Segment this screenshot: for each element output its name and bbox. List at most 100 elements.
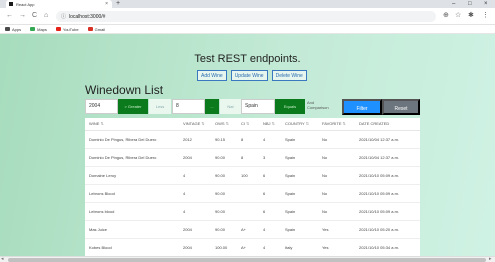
cell-wine: Lebrons Blood <box>85 184 179 203</box>
scroll-right-icon[interactable]: ▸ <box>489 256 492 262</box>
table-row[interactable]: Lebrons blood 4 90.00 6 Spain No 2021/10… <box>85 202 420 221</box>
comparison-label: Comparison <box>307 105 329 110</box>
cell-nbj: 6 <box>259 202 281 221</box>
scrollbar-thumb[interactable] <box>8 258 486 262</box>
youtube-icon <box>55 27 61 31</box>
cell-nbj: 4 <box>259 238 281 256</box>
cell-favorite: Yes <box>318 238 355 256</box>
bookmark-gmail[interactable]: Gmail <box>87 27 105 32</box>
country-filter-input[interactable]: Spain <box>241 99 275 114</box>
cell-nbj: 6 <box>259 166 281 185</box>
country-operator-button[interactable]: Equals <box>275 99 305 114</box>
filter-button[interactable]: Filter <box>342 99 382 115</box>
crud-button-row: Add Wine Update Wine Delete Wine <box>197 70 307 81</box>
cell-wine: Mas Juice <box>85 220 179 239</box>
column-header-ows[interactable]: OWS⇅ <box>211 118 237 131</box>
less-operator-button[interactable]: Less <box>149 99 171 114</box>
column-header-country[interactable]: COUNTRY⇅ <box>281 118 318 131</box>
new-tab-button[interactable]: + <box>116 0 120 8</box>
vintage-filter-input[interactable]: 2004 <box>85 99 118 114</box>
cell-country: Spain <box>281 220 318 239</box>
table-row[interactable]: Dominio De Pingus, Ribera Del Duero 2012… <box>85 130 420 149</box>
update-wine-button[interactable]: Update Wine <box>230 70 268 81</box>
close-window-icon[interactable]: × <box>484 0 488 8</box>
column-header-favorite[interactable]: FAVORITE⇅ <box>318 118 355 131</box>
sort-icon: ⇅ <box>246 121 250 127</box>
cell-nbj: 3 <box>259 148 281 167</box>
browser-menu-icon[interactable]: ⋮ <box>482 11 489 21</box>
cell-country: Spain <box>281 166 318 185</box>
tab-close-icon[interactable]: × <box>105 1 108 7</box>
table-row[interactable]: Kobes Blood 2004 100.00 A+ 4 Italy Yes 2… <box>85 238 420 256</box>
country-placeholder: Nat <box>220 99 241 114</box>
bookmark-apps[interactable]: Apps <box>5 27 21 32</box>
column-header-ci[interactable]: CI⇅ <box>237 118 259 131</box>
table-body: Dominio De Pingus, Ribera Del Duero 2012… <box>85 130 420 256</box>
add-wine-button[interactable]: Add Wine <box>197 70 227 81</box>
column-header-vintage[interactable]: VINTAGE⇅ <box>179 118 211 131</box>
site-info-icon[interactable]: ⓘ <box>61 13 66 20</box>
zoom-icon[interactable]: ⊕ <box>443 11 449 21</box>
minimize-icon[interactable]: – <box>452 0 455 8</box>
address-bar[interactable]: ⓘ localhost:3000/# <box>56 11 436 22</box>
extensions-icon[interactable]: ✱ <box>468 11 474 21</box>
react-favicon-icon <box>9 2 13 6</box>
cell-date-created: 2021/10/10 05:34 a.m. <box>355 238 420 256</box>
bookmark-star-icon[interactable]: ☆ <box>455 11 461 21</box>
cell-favorite: No <box>318 202 355 221</box>
bookmark-youtube[interactable]: YouTube <box>55 27 79 32</box>
back-icon[interactable]: ← <box>6 11 13 21</box>
table-row[interactable]: Lebrons Blood 4 90.00 6 Spain No 2021/10… <box>85 184 420 203</box>
score-filter-input[interactable]: 8 <box>172 99 205 114</box>
forward-icon[interactable]: → <box>19 11 26 21</box>
cell-ows: 90.00 <box>211 166 237 185</box>
reload-icon[interactable]: C <box>32 11 37 21</box>
cell-favorite: No <box>318 166 355 185</box>
column-header-wine[interactable]: WINE⇅ <box>85 118 179 131</box>
cell-wine: Dominio De Pingus, Ribera Del Duero <box>85 130 179 149</box>
cell-favorite: No <box>318 184 355 203</box>
address-url: localhost:3000/# <box>69 13 106 20</box>
bookmark-maps[interactable]: Maps <box>30 27 47 32</box>
cell-ci: 8 <box>237 148 259 167</box>
vintage-operator-button[interactable]: > Greater <box>118 99 148 114</box>
and-comparison-select[interactable]: And Comparison <box>307 100 329 110</box>
scroll-left-icon[interactable]: ◂ <box>1 256 4 262</box>
wine-table: WINE⇅ VINTAGE⇅ OWS⇅ CI⇅ NBJ⇅ COUNTRY⇅ FA… <box>85 118 420 256</box>
cell-vintage: 4 <box>179 202 211 221</box>
tab-title: React App <box>16 1 35 7</box>
apps-icon <box>5 27 10 31</box>
cell-vintage: 2004 <box>179 148 211 167</box>
reset-button[interactable]: Reset <box>382 99 420 115</box>
table-row[interactable]: Domaine Leroy 4 90.00 100 6 Spain No 202… <box>85 166 420 185</box>
cell-wine: Dominio De Pingus, Ribera Del Duero <box>85 148 179 167</box>
cell-ci: 8 <box>237 130 259 149</box>
cell-country: Spain <box>281 202 318 221</box>
cell-wine: Lebrons blood <box>85 202 179 221</box>
maximize-icon[interactable]: □ <box>468 0 472 8</box>
sort-icon: ⇅ <box>271 121 275 127</box>
cell-ows: 90.00 <box>211 220 237 239</box>
cell-vintage: 2004 <box>179 238 211 256</box>
gmail-icon <box>87 27 93 31</box>
score-operator-button[interactable]: ... <box>205 99 219 114</box>
cell-ci: A+ <box>237 238 259 256</box>
cell-date-created: 2021/10/10 05:20 a.m. <box>355 220 420 239</box>
maps-icon <box>30 27 36 31</box>
browser-tab[interactable]: React App × <box>6 0 112 8</box>
bookmark-label: Apps <box>12 26 22 32</box>
column-header-date-created[interactable]: DATE CREATED <box>355 118 420 131</box>
cell-date-created: 2021/10/10 05:09 a.m. <box>355 166 420 185</box>
table-row[interactable]: Dominio De Pingus, Ribera Del Duero 2004… <box>85 148 420 167</box>
cell-ci <box>237 202 259 221</box>
horizontal-scrollbar[interactable]: ◂ ▸ <box>0 256 495 262</box>
home-icon[interactable]: ⌂ <box>44 11 48 21</box>
wine-table-container: WINE⇅ VINTAGE⇅ OWS⇅ CI⇅ NBJ⇅ COUNTRY⇅ FA… <box>85 118 420 256</box>
cell-vintage: 4 <box>179 166 211 185</box>
cell-nbj: 4 <box>259 220 281 239</box>
delete-wine-button[interactable]: Delete Wine <box>271 70 307 81</box>
column-header-nbj[interactable]: NBJ⇅ <box>259 118 281 131</box>
table-row[interactable]: Mas Juice 2004 90.00 A+ 4 Spain Yes 2021… <box>85 220 420 239</box>
cell-favorite: No <box>318 130 355 149</box>
cell-vintage: 4 <box>179 184 211 203</box>
